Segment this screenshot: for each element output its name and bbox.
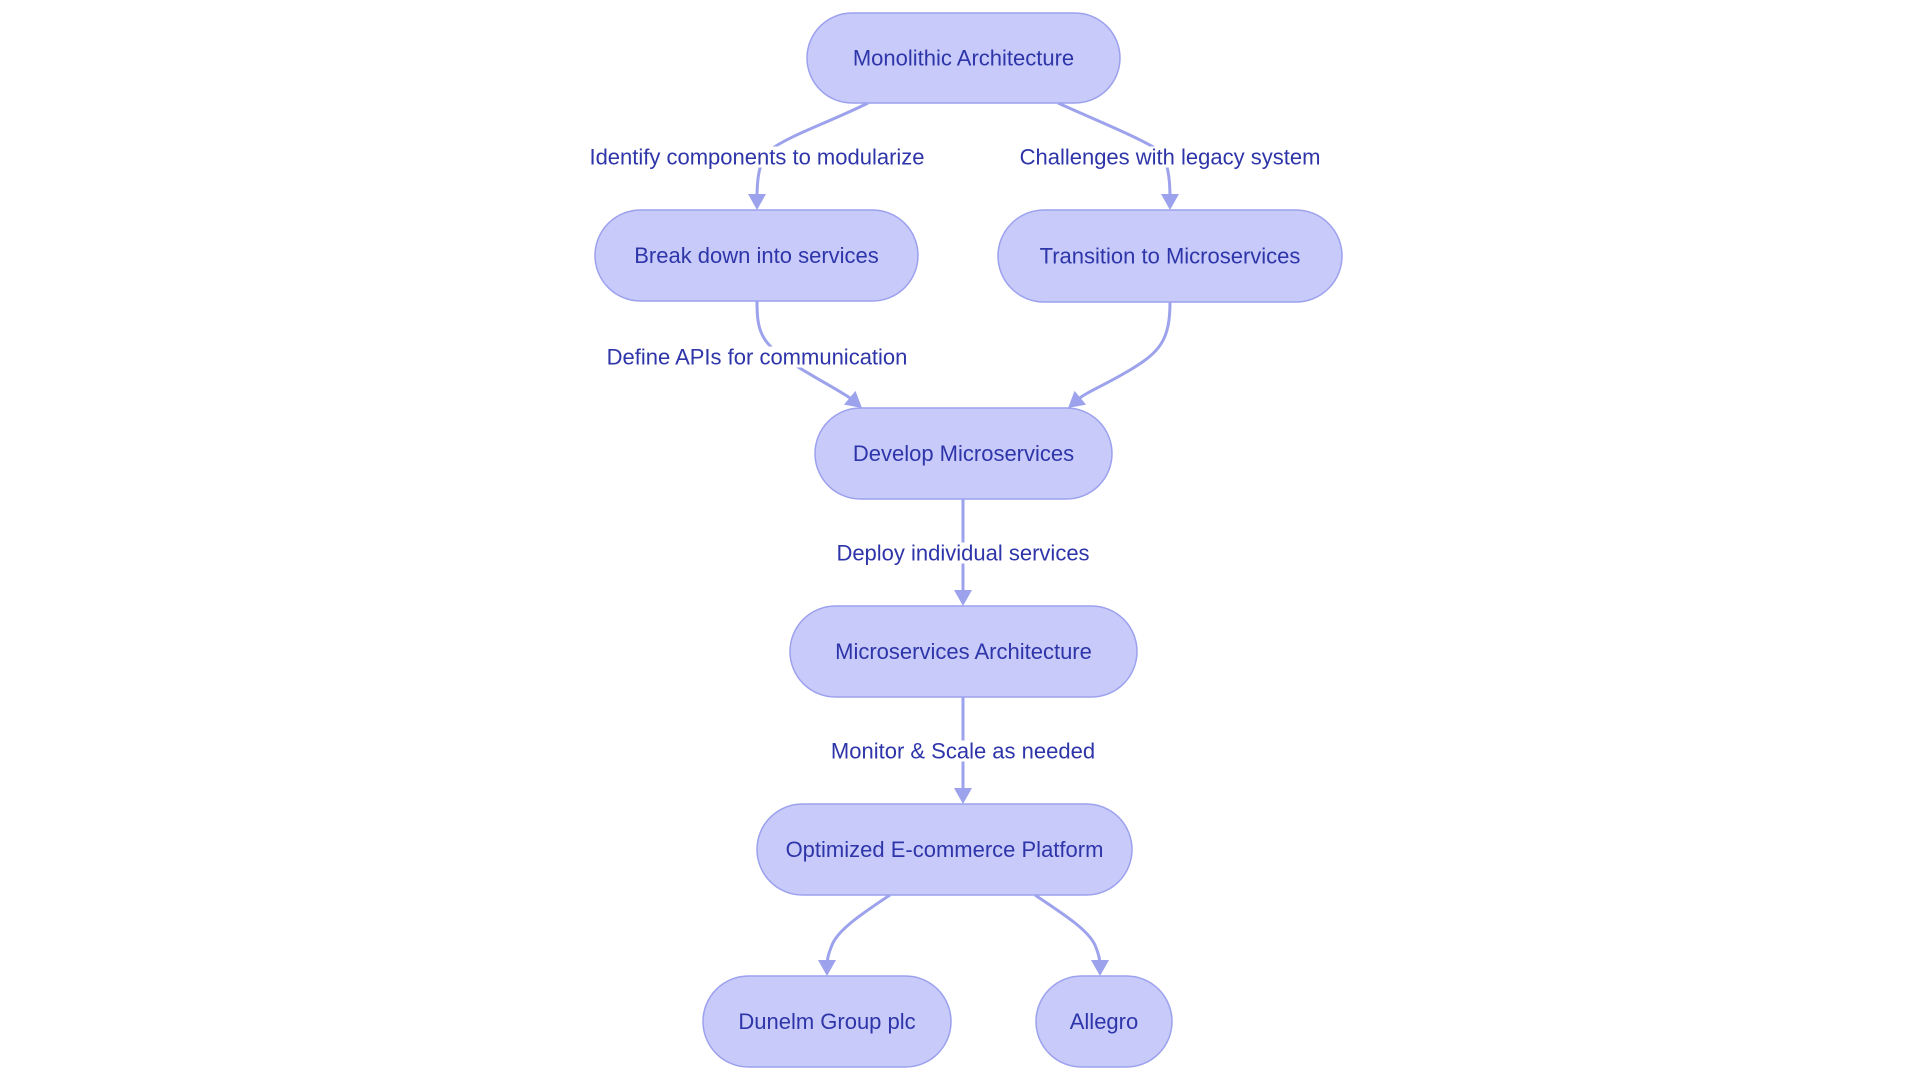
node-label: Allegro bbox=[1070, 1009, 1138, 1034]
edge-line bbox=[1078, 301, 1172, 400]
edge-line bbox=[1034, 893, 1102, 967]
arrowhead-icon bbox=[818, 960, 836, 976]
arrowhead-icon bbox=[1161, 194, 1179, 210]
node-label: Transition to Microservices bbox=[1040, 244, 1301, 269]
node-microarch[interactable]: Microservices Architecture bbox=[789, 605, 1138, 698]
node-label: Microservices Architecture bbox=[835, 639, 1092, 664]
edge-label-text: Challenges with legacy system bbox=[1020, 145, 1321, 170]
node-develop[interactable]: Develop Microservices bbox=[814, 407, 1113, 500]
edge-optimized-to-allegro bbox=[1034, 893, 1109, 976]
arrowhead-icon bbox=[954, 590, 972, 606]
node-label: Develop Microservices bbox=[853, 441, 1074, 466]
node-monolithic[interactable]: Monolithic Architecture bbox=[806, 12, 1121, 104]
node-label: Monolithic Architecture bbox=[853, 46, 1074, 71]
edge-line bbox=[825, 893, 891, 967]
arrowhead-icon bbox=[843, 390, 862, 408]
node-dunelm[interactable]: Dunelm Group plc bbox=[702, 975, 952, 1068]
edge-label: Monitor & Scale as needed bbox=[828, 739, 1098, 764]
node-label: Break down into services bbox=[634, 243, 879, 268]
arrowhead-icon bbox=[954, 788, 972, 804]
edge-label-text: Deploy individual services bbox=[836, 541, 1089, 566]
arrowhead-icon bbox=[1068, 390, 1087, 408]
arrowhead-icon bbox=[1091, 960, 1109, 976]
edge-label: Deploy individual services bbox=[834, 541, 1092, 566]
edge-transition-to-develop bbox=[1068, 301, 1172, 408]
edge-label-text: Monitor & Scale as needed bbox=[831, 739, 1095, 764]
edge-label: Define APIs for communication bbox=[604, 345, 910, 370]
flowchart-diagram: Identify components to modularize Challen… bbox=[587, 12, 1343, 1068]
edge-label: Challenges with legacy system bbox=[1017, 145, 1323, 170]
node-breakdown[interactable]: Break down into services bbox=[594, 209, 919, 302]
edge-label: Identify components to modularize bbox=[587, 145, 927, 170]
node-allegro[interactable]: Allegro bbox=[1035, 975, 1173, 1068]
node-optimized[interactable]: Optimized E-commerce Platform bbox=[756, 803, 1133, 896]
edge-optimized-to-dunelm bbox=[818, 893, 891, 976]
node-label: Optimized E-commerce Platform bbox=[786, 837, 1104, 862]
arrowhead-icon bbox=[748, 194, 766, 210]
node-label: Dunelm Group plc bbox=[738, 1009, 915, 1034]
edge-label-text: Define APIs for communication bbox=[607, 345, 908, 370]
node-transition[interactable]: Transition to Microservices bbox=[997, 209, 1343, 303]
edge-label-text: Identify components to modularize bbox=[589, 145, 924, 170]
